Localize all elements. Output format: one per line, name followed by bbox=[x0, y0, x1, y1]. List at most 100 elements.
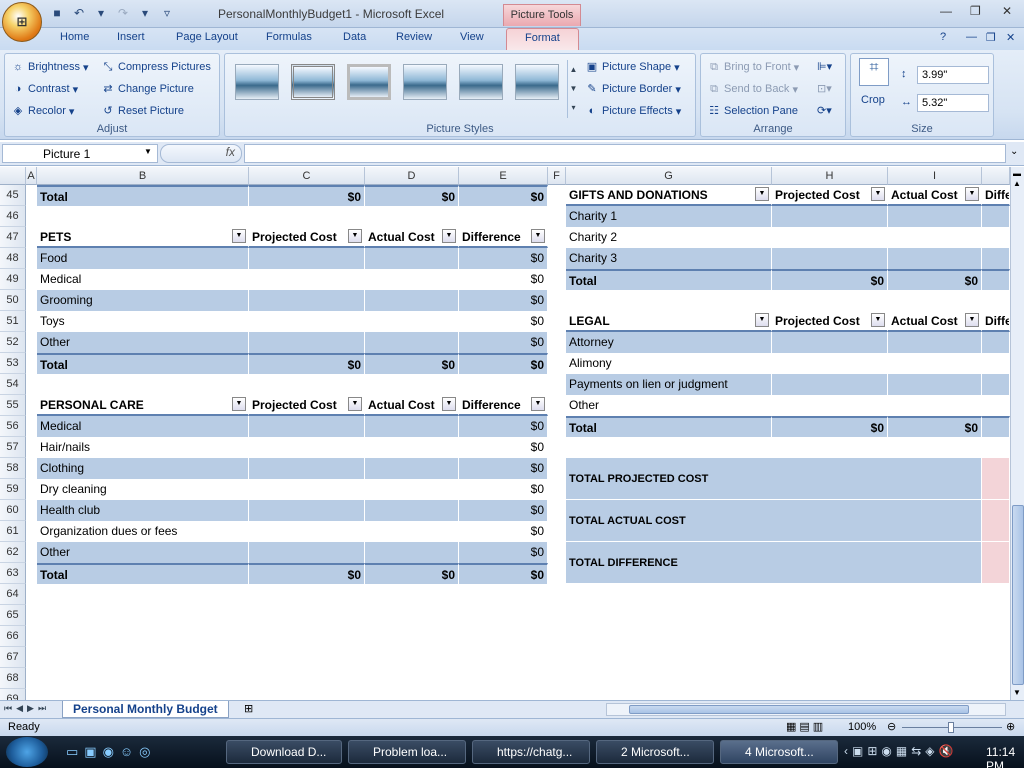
filter-dropdown-icon[interactable]: ▼ bbox=[871, 187, 885, 201]
row-header[interactable]: 61 bbox=[0, 521, 26, 542]
projected-cost-cell[interactable] bbox=[249, 521, 365, 542]
taskbar-item-4-microsoft[interactable]: 4 Microsoft... bbox=[720, 740, 838, 764]
difference-cell[interactable]: $0 bbox=[459, 458, 548, 479]
tab-insert[interactable]: Insert bbox=[117, 31, 145, 43]
vertical-scrollbar[interactable]: ▬ ▲ ▼ bbox=[1010, 167, 1024, 701]
filter-dropdown-icon[interactable]: ▼ bbox=[348, 397, 362, 411]
picture-style-3[interactable] bbox=[347, 64, 391, 100]
total-value[interactable]: $0 bbox=[249, 353, 365, 374]
item-label[interactable]: Other bbox=[37, 332, 249, 353]
redo-icon[interactable]: ↷ bbox=[114, 4, 132, 22]
difference-cell[interactable]: $0 bbox=[459, 542, 548, 563]
projected-cost-cell[interactable] bbox=[249, 416, 365, 437]
actual-cost-cell[interactable] bbox=[365, 500, 459, 521]
item-label[interactable]: Toys bbox=[37, 311, 249, 332]
select-all-corner[interactable] bbox=[0, 167, 26, 185]
row-header[interactable]: 50 bbox=[0, 290, 26, 311]
difference-cell[interactable] bbox=[982, 227, 1010, 248]
summary-label[interactable]: TOTAL ACTUAL COST bbox=[566, 500, 982, 542]
item-label[interactable]: Payments on lien or judgment bbox=[566, 374, 772, 395]
difference-cell[interactable] bbox=[982, 353, 1010, 374]
item-label[interactable]: Health club bbox=[37, 500, 249, 521]
table-header[interactable]: Actual Cost ▼ bbox=[888, 311, 982, 332]
total-value[interactable]: $0 bbox=[459, 563, 548, 584]
total-label[interactable]: Total bbox=[566, 416, 772, 437]
zoom-in-icon[interactable]: ⊕ bbox=[1006, 720, 1015, 733]
table-header[interactable]: LEGAL ▼ bbox=[566, 311, 772, 332]
filter-dropdown-icon[interactable]: ▼ bbox=[755, 313, 769, 327]
view-buttons-icon[interactable]: ▦▤▥ bbox=[786, 720, 826, 733]
compress-pictures-button[interactable]: ⤡ Compress Pictures bbox=[101, 60, 211, 74]
filter-dropdown-icon[interactable]: ▼ bbox=[531, 229, 545, 243]
row-header[interactable]: 68 bbox=[0, 668, 26, 689]
save-icon[interactable]: ■ bbox=[48, 4, 66, 22]
picture-style-5[interactable] bbox=[459, 64, 503, 100]
brightness-button[interactable]: ☼ Brightness ▾ bbox=[11, 60, 89, 74]
picture-shape-button[interactable]: ▣ Picture Shape ▾ bbox=[585, 60, 680, 74]
actual-cost-cell[interactable] bbox=[888, 353, 982, 374]
difference-cell[interactable]: $0 bbox=[459, 332, 548, 353]
change-picture-button[interactable]: ⇄ Change Picture bbox=[101, 82, 193, 96]
total-value[interactable]: $0 bbox=[459, 185, 548, 206]
difference-cell[interactable] bbox=[982, 374, 1010, 395]
tab-format[interactable]: Format bbox=[506, 28, 579, 50]
total-value[interactable]: $0 bbox=[888, 269, 982, 290]
item-label[interactable]: Dry cleaning bbox=[37, 479, 249, 500]
worksheet-grid[interactable]: A B C D E F G H I 45 46 47 48 49 50 51 52 53 54 55… bbox=[0, 167, 1010, 701]
formula-input[interactable] bbox=[244, 144, 1006, 163]
item-label[interactable]: Grooming bbox=[37, 290, 249, 311]
row-header[interactable]: 63 bbox=[0, 563, 26, 584]
item-label[interactable]: Clothing bbox=[37, 458, 249, 479]
table-header[interactable]: Projected Cost ▼ bbox=[772, 185, 888, 206]
actual-cost-cell[interactable] bbox=[888, 206, 982, 227]
table-header[interactable]: PERSONAL CARE ▼ bbox=[37, 395, 249, 416]
help-icon[interactable]: ? bbox=[940, 31, 946, 43]
filter-dropdown-icon[interactable]: ▼ bbox=[755, 187, 769, 201]
width-input[interactable]: 5.32" bbox=[917, 94, 989, 112]
filter-dropdown-icon[interactable]: ▼ bbox=[232, 229, 246, 243]
item-label[interactable]: Food bbox=[37, 248, 249, 269]
projected-cost-cell[interactable] bbox=[249, 248, 365, 269]
difference-cell[interactable]: $0 bbox=[459, 290, 548, 311]
projected-cost-cell[interactable] bbox=[772, 353, 888, 374]
total-value[interactable]: $0 bbox=[888, 416, 982, 437]
row-header[interactable]: 56 bbox=[0, 416, 26, 437]
total-label[interactable]: Total bbox=[37, 353, 249, 374]
row-header[interactable]: 54 bbox=[0, 374, 26, 395]
column-header-j[interactable] bbox=[982, 167, 1010, 185]
tab-data[interactable]: Data bbox=[343, 31, 366, 43]
table-header[interactable]: PETS ▼ bbox=[37, 227, 249, 248]
taskbar-item-problem[interactable]: Problem loa... bbox=[348, 740, 466, 764]
office-button[interactable]: ⊞ bbox=[2, 2, 42, 42]
row-header[interactable]: 60 bbox=[0, 500, 26, 521]
zoom-out-icon[interactable]: ⊖ bbox=[887, 720, 896, 733]
horizontal-scrollbar[interactable] bbox=[606, 703, 1006, 716]
projected-cost-cell[interactable] bbox=[772, 206, 888, 227]
taskbar-item-chatgpt[interactable]: https://chatg... bbox=[472, 740, 590, 764]
scroll-down-icon[interactable]: ▼ bbox=[1013, 688, 1021, 697]
styles-gallery-scroll[interactable]: ▲ ▼ ▾ bbox=[567, 60, 579, 118]
restore-icon[interactable]: ❐ bbox=[986, 31, 996, 44]
actual-cost-cell[interactable] bbox=[365, 542, 459, 563]
column-header-e[interactable]: E bbox=[459, 167, 548, 185]
column-header-g[interactable]: G bbox=[566, 167, 772, 185]
zoom-slider-thumb[interactable] bbox=[948, 722, 954, 733]
tab-formulas[interactable]: Formulas bbox=[266, 31, 312, 43]
sheet-nav-icons[interactable]: ⏮◀▶⏭ bbox=[4, 703, 50, 714]
row-header[interactable]: 48 bbox=[0, 248, 26, 269]
filter-dropdown-icon[interactable]: ▼ bbox=[442, 229, 456, 243]
projected-cost-cell[interactable] bbox=[249, 437, 365, 458]
actual-cost-cell[interactable] bbox=[365, 248, 459, 269]
filter-dropdown-icon[interactable]: ▼ bbox=[965, 187, 979, 201]
actual-cost-cell[interactable] bbox=[365, 437, 459, 458]
item-label[interactable]: Other bbox=[37, 542, 249, 563]
actual-cost-cell[interactable] bbox=[365, 269, 459, 290]
reset-picture-button[interactable]: ↺ Reset Picture bbox=[101, 104, 184, 118]
bring-to-front-button[interactable]: ⧉ Bring to Front ▾ bbox=[707, 60, 799, 74]
crop-button[interactable]: Crop bbox=[861, 94, 885, 106]
item-label[interactable]: Medical bbox=[37, 416, 249, 437]
vertical-scroll-thumb[interactable] bbox=[1012, 505, 1024, 685]
difference-cell[interactable]: $0 bbox=[459, 521, 548, 542]
projected-cost-cell[interactable] bbox=[772, 332, 888, 353]
name-box[interactable]: Picture 1 bbox=[2, 144, 158, 163]
